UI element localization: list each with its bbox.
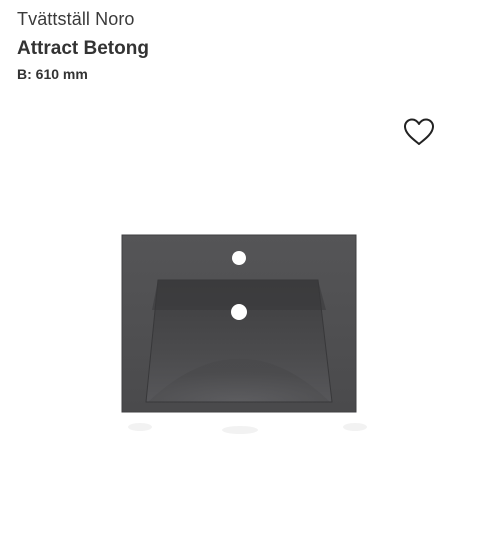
- product-dimension: B: 610 mm: [17, 66, 88, 82]
- product-title: Attract Betong: [17, 38, 149, 59]
- heart-icon: [404, 118, 434, 145]
- washbasin-image: [121, 234, 367, 434]
- product-card: Tvättställ Noro Attract Betong B: 610 mm: [0, 0, 480, 534]
- product-category: Tvättställ Noro: [17, 9, 135, 29]
- favorite-button[interactable]: [402, 116, 436, 148]
- product-image: [100, 220, 380, 450]
